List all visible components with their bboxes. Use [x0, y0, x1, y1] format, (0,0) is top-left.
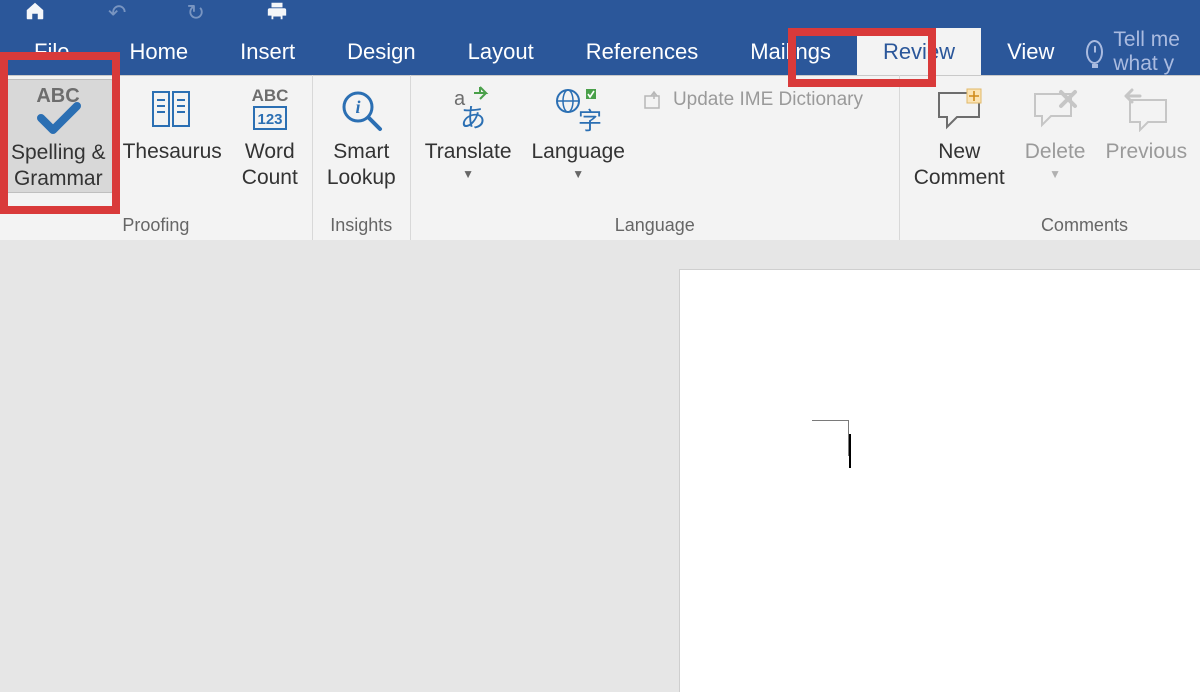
- redo-icon[interactable]: ↻: [186, 0, 204, 26]
- language-button[interactable]: 字 Language ▼: [522, 79, 635, 181]
- previous-comment-button[interactable]: Previous: [1095, 79, 1197, 165]
- svg-text:123: 123: [257, 111, 282, 128]
- group-language-label: Language: [415, 213, 895, 240]
- ribbon: ABC Spelling &Grammar: [0, 75, 1200, 241]
- previous-comment-icon: [1120, 81, 1172, 139]
- group-proofing: ABC Spelling &Grammar: [0, 75, 313, 240]
- word-count-label: WordCount: [242, 139, 298, 191]
- group-insights-label: Insights: [317, 213, 406, 240]
- tab-mailings[interactable]: Mailings: [724, 28, 857, 75]
- previous-comment-label: Previous: [1105, 139, 1187, 165]
- svg-text:ABC: ABC: [251, 86, 288, 105]
- document-workspace: [0, 240, 1200, 692]
- thesaurus-icon: [147, 81, 197, 139]
- update-ime-label: Update IME Dictionary: [673, 89, 863, 111]
- tab-view[interactable]: View: [981, 28, 1080, 75]
- new-comment-icon: [933, 81, 985, 139]
- smart-lookup-icon: i: [336, 81, 386, 139]
- tab-references[interactable]: References: [560, 28, 725, 75]
- svg-text:i: i: [356, 97, 361, 117]
- tell-me-placeholder: Tell me what y: [1113, 28, 1200, 76]
- language-icon: 字: [550, 81, 606, 139]
- undo-icon[interactable]: ↶: [108, 0, 126, 26]
- spelling-grammar-label: Spelling &Grammar: [11, 140, 106, 192]
- spelling-check-icon: ABC: [29, 82, 87, 140]
- smart-lookup-button[interactable]: i SmartLookup: [317, 79, 406, 191]
- tab-review[interactable]: Review: [857, 28, 981, 75]
- delete-comment-icon: [1031, 81, 1079, 139]
- quick-access-toolbar: ↶ ↻: [0, 0, 289, 26]
- svg-text:ABC: ABC: [37, 85, 80, 107]
- home-icon[interactable]: [22, 0, 48, 26]
- group-language: a あ Translate ▼: [411, 75, 900, 240]
- document-page[interactable]: [680, 270, 1200, 692]
- title-bar: ↶ ↻: [0, 0, 1200, 28]
- quick-print-icon[interactable]: [265, 0, 289, 26]
- lightbulb-icon: [1086, 40, 1103, 64]
- tell-me-search[interactable]: Tell me what y: [1086, 28, 1200, 75]
- tab-file[interactable]: File: [0, 28, 103, 75]
- language-label: Language: [532, 139, 625, 165]
- translate-icon: a あ: [440, 81, 496, 139]
- update-ime-icon: [643, 90, 665, 110]
- dropdown-caret-icon: ▼: [462, 167, 474, 181]
- thesaurus-button[interactable]: Thesaurus: [113, 79, 232, 165]
- translate-label: Translate: [425, 139, 512, 165]
- delete-comment-label: Delete: [1025, 139, 1086, 165]
- group-proofing-label: Proofing: [4, 213, 308, 240]
- tab-home[interactable]: Home: [103, 28, 214, 75]
- tab-design[interactable]: Design: [321, 28, 441, 75]
- word-count-button[interactable]: ABC 123 WordCount: [232, 79, 308, 191]
- tab-insert[interactable]: Insert: [214, 28, 321, 75]
- word-count-icon: ABC 123: [244, 81, 296, 139]
- smart-lookup-label: SmartLookup: [327, 139, 396, 191]
- thesaurus-label: Thesaurus: [123, 139, 222, 165]
- new-comment-button[interactable]: NewComment: [904, 79, 1015, 191]
- svg-text:字: 字: [578, 108, 602, 135]
- ribbon-tabs: File Home Insert Design Layout Reference…: [0, 28, 1200, 75]
- tab-layout[interactable]: Layout: [442, 28, 560, 75]
- spelling-grammar-button[interactable]: ABC Spelling &Grammar: [4, 79, 113, 193]
- dropdown-caret-icon: ▼: [572, 167, 584, 181]
- group-insights: i SmartLookup Insights: [313, 75, 411, 240]
- translate-button[interactable]: a あ Translate ▼: [415, 79, 522, 181]
- update-ime-dictionary-button[interactable]: Update IME Dictionary: [635, 85, 871, 115]
- group-comments: NewComment Delete ▼: [900, 75, 1200, 240]
- svg-text:あ: あ: [460, 103, 486, 133]
- delete-comment-button[interactable]: Delete ▼: [1015, 79, 1096, 181]
- dropdown-caret-icon: ▼: [1049, 167, 1061, 181]
- group-comments-label: Comments: [904, 213, 1200, 240]
- new-comment-label: NewComment: [914, 139, 1005, 191]
- text-cursor: [812, 420, 848, 421]
